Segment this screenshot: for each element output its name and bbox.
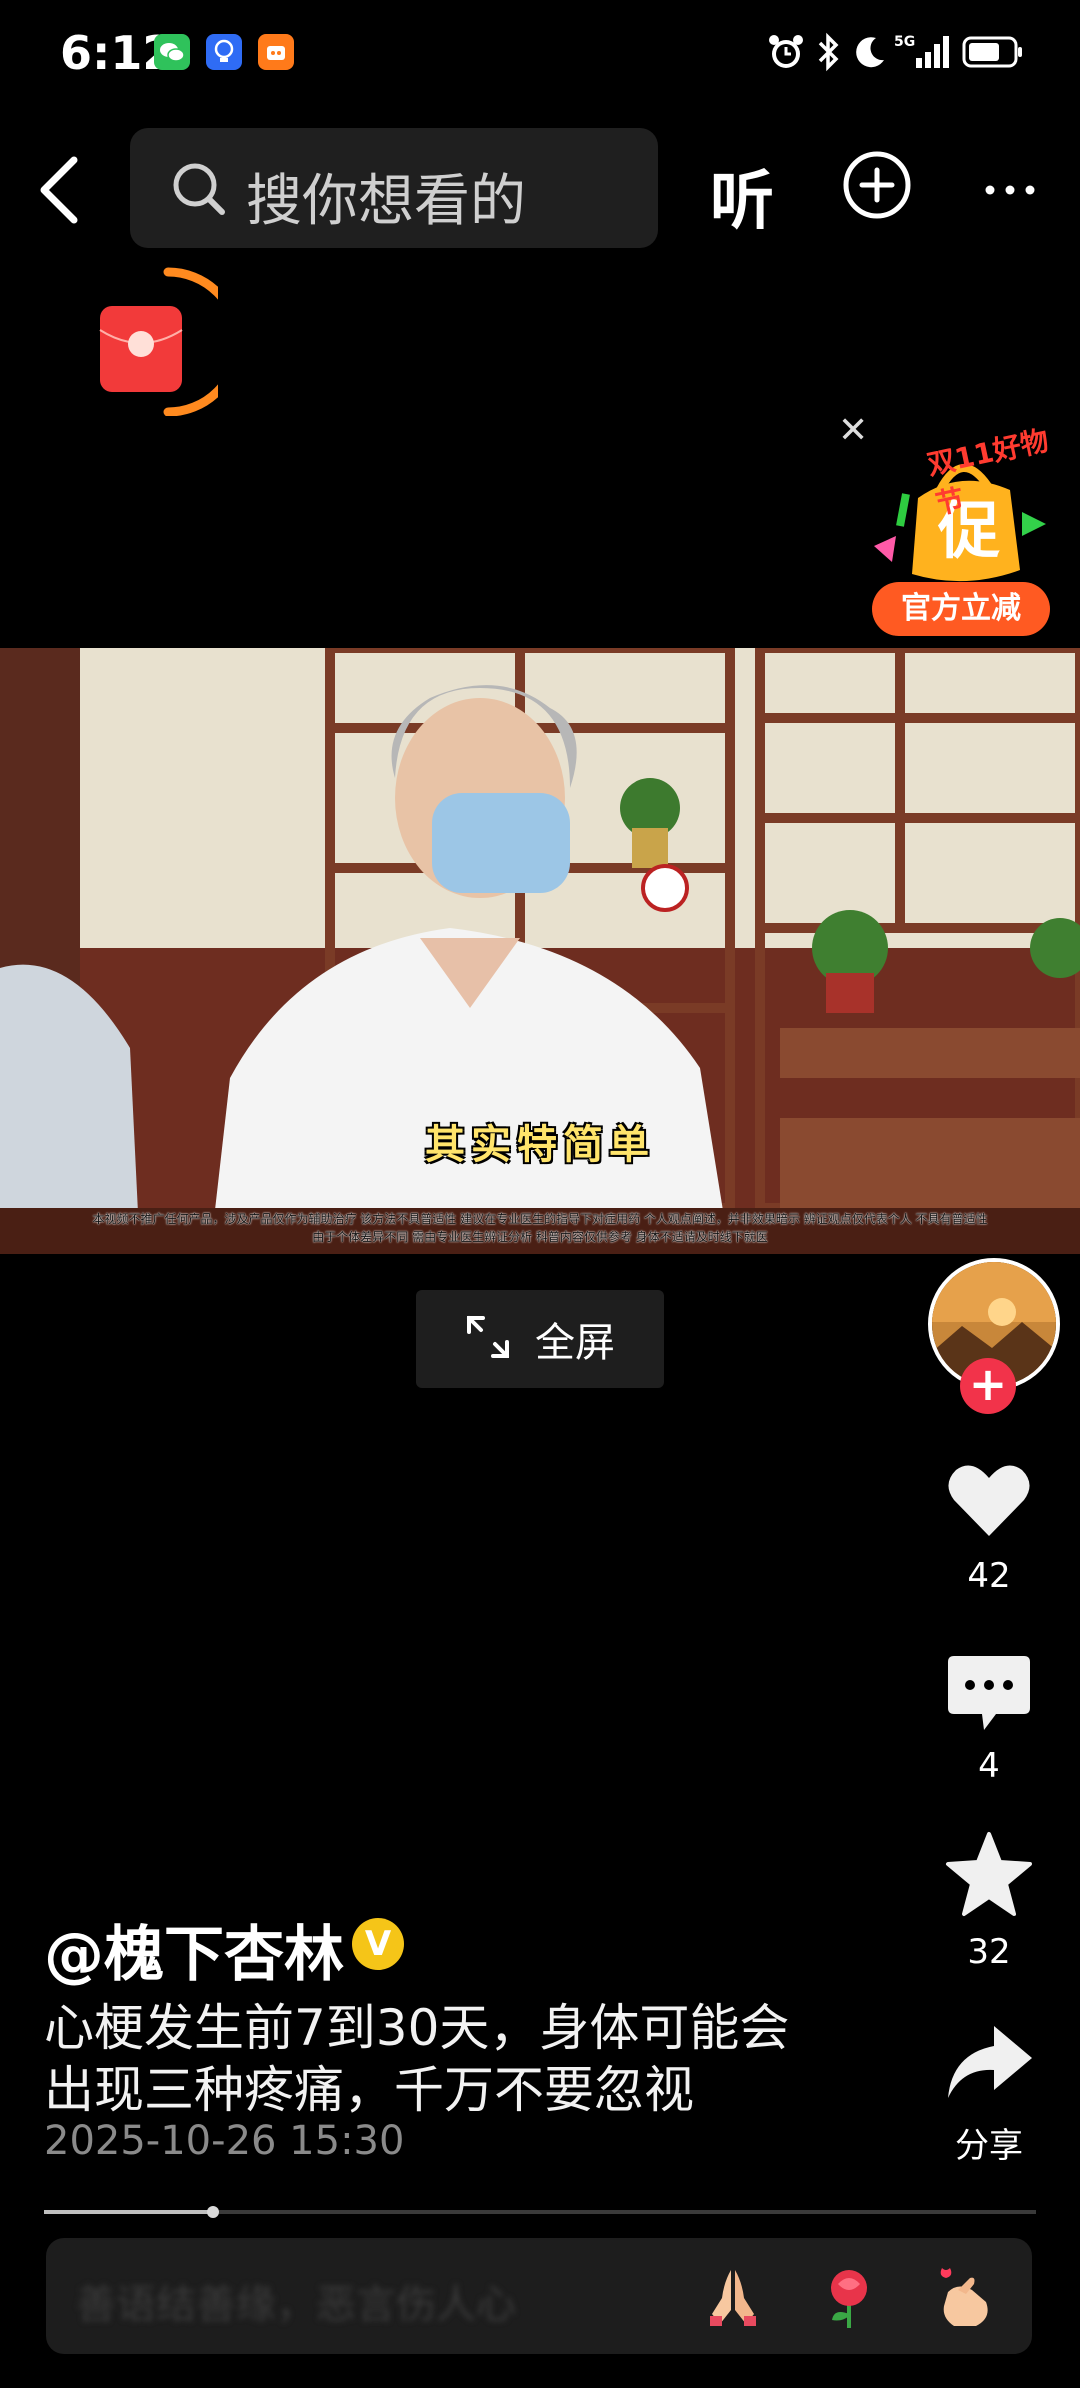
- signal-icon: 5G: [894, 32, 954, 76]
- like-count: 42: [967, 1556, 1011, 1596]
- finger-heart-emoji-button[interactable]: [928, 2262, 998, 2332]
- listen-button[interactable]: 听: [710, 150, 774, 242]
- comment-input[interactable]: 善语结善缘，恶言伤人心: [46, 2238, 1032, 2354]
- promo-discount-label[interactable]: 官方立减: [872, 582, 1050, 636]
- fullscreen-button[interactable]: 全屏: [416, 1290, 664, 1388]
- search-icon: [170, 160, 230, 224]
- comment-placeholder: 善语结善缘，恶言伤人心: [76, 2282, 516, 2328]
- share-arrow-icon: [948, 2026, 1032, 2098]
- promo-close-icon[interactable]: ✕: [838, 410, 868, 451]
- post-description-line2: 出现三种疼痛，千万不要忽视: [44, 2061, 694, 2119]
- share-button[interactable]: [944, 2020, 1034, 2110]
- fullscreen-label: 全屏: [535, 1320, 615, 1366]
- praying-hands-emoji-button[interactable]: [698, 2262, 768, 2332]
- network-label: 5G: [894, 34, 915, 50]
- more-options-button[interactable]: [980, 170, 1040, 210]
- search-placeholder: 搜你想看的: [246, 169, 526, 234]
- comment-count: 4: [978, 1746, 1000, 1786]
- favorite-count: 32: [967, 1932, 1011, 1972]
- comment-button[interactable]: [944, 1650, 1034, 1740]
- wechat-icon: [154, 34, 190, 70]
- alarm-icon: [766, 32, 806, 76]
- follow-button[interactable]: +: [960, 1358, 1016, 1414]
- video-progress-fill: [44, 2210, 213, 2214]
- video-disclaimer-line1: 本视频不推广任何产品，涉及产品仅作为辅助治疗 该方法不具普适性 建议在专业医生的…: [92, 1212, 988, 1226]
- star-icon: [946, 1832, 1032, 1916]
- post-date: 2025-10-26 15:30: [44, 2118, 405, 2164]
- like-button[interactable]: [944, 1456, 1034, 1546]
- share-label: 分享: [955, 2126, 1023, 2166]
- comment-icon: [948, 1656, 1030, 1730]
- video-subtitle: 其实特简单: [425, 1121, 655, 1168]
- red-packet-reward-button[interactable]: [88, 266, 243, 417]
- heart-icon: [948, 1465, 1030, 1536]
- search-input[interactable]: 搜你想看的: [130, 128, 658, 248]
- expand-icon: [465, 1314, 511, 1364]
- verified-badge: V: [352, 1918, 404, 1970]
- lightbulb-app-icon: [206, 34, 242, 70]
- back-button[interactable]: [30, 150, 90, 230]
- add-button[interactable]: [842, 150, 912, 220]
- video-progress-thumb[interactable]: [206, 2206, 219, 2218]
- rose-emoji-button[interactable]: [814, 2262, 884, 2332]
- moon-icon: [852, 34, 888, 74]
- video-progress-bar[interactable]: [44, 2206, 1036, 2218]
- author-handle[interactable]: @槐下杏林: [44, 1906, 344, 1993]
- battery-icon: [962, 36, 1024, 72]
- video-disclaimer-line2: 由于个体差异不同 需由专业医生辨证分析 科普内容仅供参考 身体不适请及时线下就医: [312, 1230, 768, 1244]
- shopping-app-icon: [258, 34, 294, 70]
- favorite-button[interactable]: [944, 1830, 1034, 1920]
- bluetooth-icon: [816, 32, 842, 76]
